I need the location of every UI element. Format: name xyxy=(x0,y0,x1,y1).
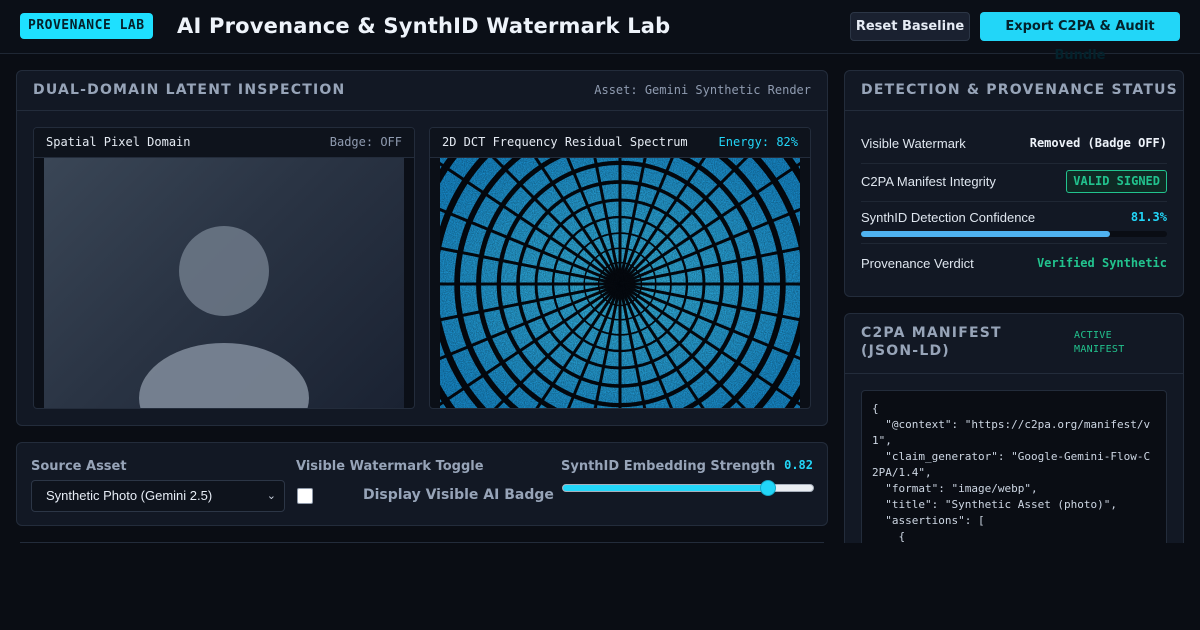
strength-value: 0.82 xyxy=(784,458,813,472)
source-asset-select[interactable]: Synthetic Photo (Gemini 2.5) ⌄ xyxy=(31,480,285,512)
brand-badge: PROVENANCE LAB xyxy=(20,13,153,39)
watermark-toggle-label: Visible Watermark Toggle xyxy=(296,459,484,474)
spatial-title: Spatial Pixel Domain xyxy=(46,135,191,149)
strength-label: SynthID Embedding Strength xyxy=(561,459,776,474)
asset-meta: Asset: Gemini Synthetic Render xyxy=(594,83,811,97)
manifest-code-line: "format": "image/webp", xyxy=(872,482,1038,495)
manifest-integrity-row: C2PA Manifest Integrity VALID SIGNED xyxy=(861,162,1167,202)
inspection-panel-header: DUAL-DOMAIN LATENT INSPECTION Asset: Gem… xyxy=(17,71,827,111)
app-title: AI Provenance & SynthID Watermark Lab xyxy=(177,14,671,38)
source-asset-value: Synthetic Photo (Gemini 2.5) xyxy=(46,488,213,503)
synthid-confidence-label: SynthID Detection Confidence xyxy=(861,210,1036,225)
energy-status: Energy: 82% xyxy=(718,135,798,149)
source-asset-label: Source Asset xyxy=(31,459,127,474)
top-bar: PROVENANCE LAB AI Provenance & SynthID W… xyxy=(0,0,1200,63)
manifest-code-block[interactable]: { "@context": "https://c2pa.org/manifest… xyxy=(861,390,1167,543)
manifest-panel: C2PA MANIFEST (JSON-LD) ACTIVE MANIFEST … xyxy=(844,313,1184,543)
strength-slider-thumb[interactable] xyxy=(760,480,776,496)
chevron-down-icon: ⌄ xyxy=(266,490,276,502)
spatial-viewport-header: Spatial Pixel Domain Badge: OFF xyxy=(34,128,414,158)
inspection-panel: DUAL-DOMAIN LATENT INSPECTION Asset: Gem… xyxy=(16,70,828,426)
frequency-viewport-header: 2D DCT Frequency Residual Spectrum Energ… xyxy=(430,128,810,158)
frequency-viewport: 2D DCT Frequency Residual Spectrum Energ… xyxy=(429,127,811,409)
spatial-image xyxy=(44,158,404,408)
confidence-bar xyxy=(861,231,1167,237)
synthid-confidence-row: SynthID Detection Confidence 81.3% xyxy=(861,200,1167,240)
provenance-verdict-row: Provenance Verdict Verified Synthetic xyxy=(861,243,1167,283)
manifest-code-line: { xyxy=(872,530,906,543)
provenance-verdict-value: Verified Synthetic xyxy=(1036,256,1167,270)
spectrum-image xyxy=(440,158,800,408)
visible-badge-checkbox[interactable] xyxy=(297,488,313,504)
detection-title: DETECTION & PROVENANCE STATUS xyxy=(861,82,1178,98)
visible-watermark-row: Visible Watermark Removed (Badge OFF) xyxy=(861,124,1167,164)
provenance-verdict-label: Provenance Verdict xyxy=(861,256,974,271)
valid-signed-badge: VALID SIGNED xyxy=(1066,170,1167,193)
export-bundle-button[interactable]: Export C2PA & Audit Bundle xyxy=(980,12,1180,63)
manifest-code-line: "claim_generator": "Google-Gemini-Flow-C… xyxy=(872,450,1151,479)
reset-baseline-button[interactable]: Reset Baseline xyxy=(850,12,970,41)
strength-slider[interactable] xyxy=(562,480,814,496)
confidence-bar-fill xyxy=(861,231,1110,237)
spectrum-visualization xyxy=(440,158,800,408)
synthid-confidence-value: 81.3% xyxy=(1130,210,1167,224)
active-manifest-tag: ACTIVE MANIFEST xyxy=(1074,330,1125,355)
visible-watermark-value: Removed (Badge OFF) xyxy=(1029,136,1167,150)
manifest-code-line: "@context": "https://c2pa.org/manifest/v… xyxy=(872,418,1151,447)
detection-panel-header: DETECTION & PROVENANCE STATUS xyxy=(845,71,1183,111)
manifest-panel-header: C2PA MANIFEST (JSON-LD) ACTIVE MANIFEST xyxy=(845,314,1183,374)
manifest-integrity-label: C2PA Manifest Integrity xyxy=(861,174,996,189)
visible-badge-text: Display Visible AI Badge xyxy=(363,487,554,503)
manifest-code-line: "title": "Synthetic Asset (photo)", xyxy=(872,498,1118,511)
manifest-title: C2PA MANIFEST (JSON-LD) xyxy=(861,325,1002,359)
badge-status: Badge: OFF xyxy=(329,135,402,149)
manifest-code-line: { xyxy=(872,402,879,415)
visible-watermark-label: Visible Watermark xyxy=(861,136,966,151)
spatial-viewport: Spatial Pixel Domain Badge: OFF xyxy=(33,127,415,409)
controls-panel: Source Asset Synthetic Photo (Gemini 2.5… xyxy=(16,442,828,526)
inspection-title: DUAL-DOMAIN LATENT INSPECTION xyxy=(33,82,346,98)
portrait-body-shape xyxy=(139,343,309,408)
strength-slider-fill xyxy=(563,485,768,491)
detection-panel: DETECTION & PROVENANCE STATUS Visible Wa… xyxy=(844,70,1184,297)
manifest-code-line: "assertions": [ xyxy=(872,514,985,527)
frequency-title: 2D DCT Frequency Residual Spectrum xyxy=(442,135,688,149)
portrait-head-shape xyxy=(179,226,269,316)
next-panel-edge xyxy=(20,542,824,543)
